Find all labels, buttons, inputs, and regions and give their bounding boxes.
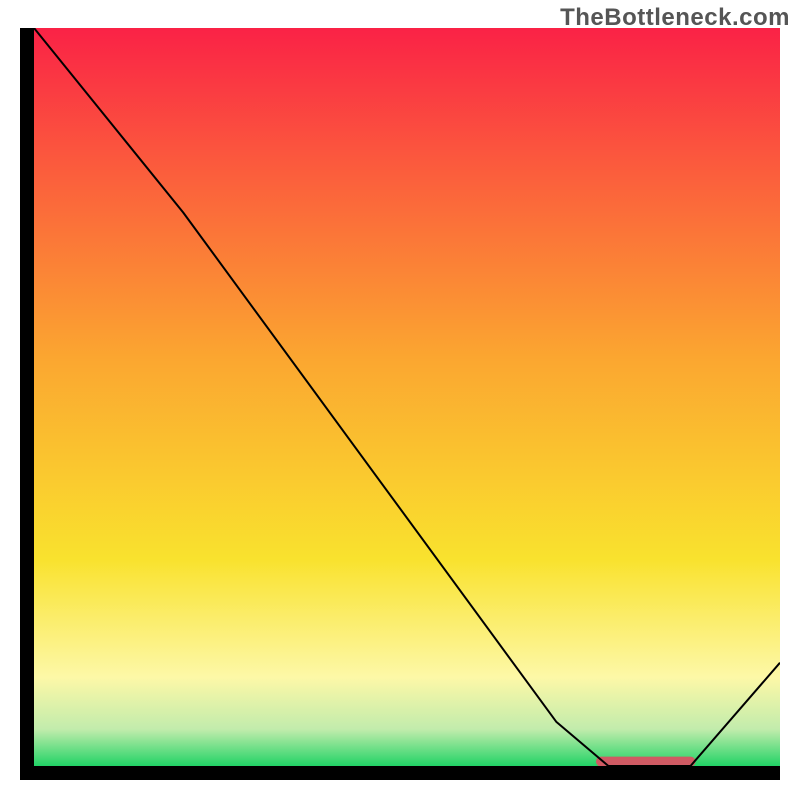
plot-frame (20, 28, 780, 780)
background-gradient (34, 28, 780, 766)
plot-svg (20, 28, 780, 780)
chart-container: TheBottleneck.com (0, 0, 800, 800)
watermark-text: TheBottleneck.com (560, 4, 790, 32)
